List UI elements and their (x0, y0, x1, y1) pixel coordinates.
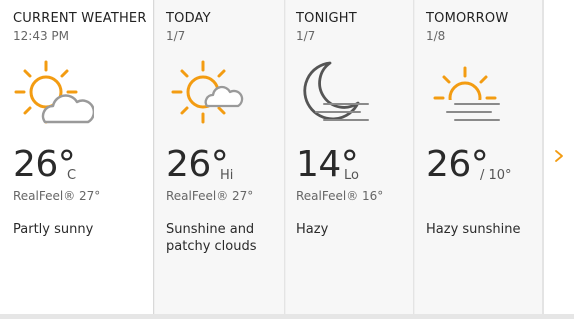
realfeel-value: RealFeel® 27° (13, 189, 101, 203)
card-date: 1/8 (426, 29, 446, 43)
realfeel-value: RealFeel® 27° (166, 189, 254, 203)
weather-phrase: Partly sunny (13, 222, 94, 237)
card-title: TONIGHT (296, 11, 357, 26)
current-temperature: 26° (13, 144, 76, 185)
weather-phrase: Hazy sunshine (426, 222, 521, 237)
sunshine-patchy-clouds-icon (171, 60, 244, 124)
next-forecast-area[interactable] (543, 0, 574, 314)
card-time: 12:43 PM (13, 29, 69, 43)
hazy-moon-icon (303, 61, 369, 121)
chevron-right-icon[interactable] (552, 147, 566, 165)
high-temperature: 26° (426, 144, 489, 185)
weather-phrase: Sunshine and patchy clouds (166, 222, 257, 254)
bottom-divider (0, 314, 574, 319)
tomorrow-card[interactable]: TOMORROW 1/8 26° / 10° Hazy sunshine (415, 0, 543, 314)
realfeel-value: RealFeel® 16° (296, 189, 384, 203)
high-temperature: 26° (166, 144, 229, 185)
card-title: TOMORROW (426, 11, 509, 26)
hazy-sunshine-icon (433, 66, 500, 126)
forecast-strip: CURRENT WEATHER 12:43 PM 26° C RealFeel®… (0, 0, 574, 319)
low-label: Lo (344, 168, 359, 183)
today-card[interactable]: TODAY 1/7 26° Hi RealFeel® 27° Sunshine … (155, 0, 285, 314)
card-date: 1/7 (166, 29, 186, 43)
card-title: TODAY (166, 11, 211, 26)
high-low-temperature: / 10° (480, 168, 512, 183)
temperature-unit: C (67, 168, 77, 183)
current-weather-card[interactable]: CURRENT WEATHER 12:43 PM 26° C RealFeel®… (0, 0, 154, 314)
card-date: 1/7 (296, 29, 316, 43)
weather-phrase: Hazy (296, 222, 329, 237)
partly-sunny-icon (14, 60, 94, 124)
card-title: CURRENT WEATHER (13, 11, 147, 26)
tonight-card[interactable]: TONIGHT 1/7 14° Lo RealFeel® 16° Hazy (286, 0, 414, 314)
high-label: Hi (220, 168, 234, 183)
